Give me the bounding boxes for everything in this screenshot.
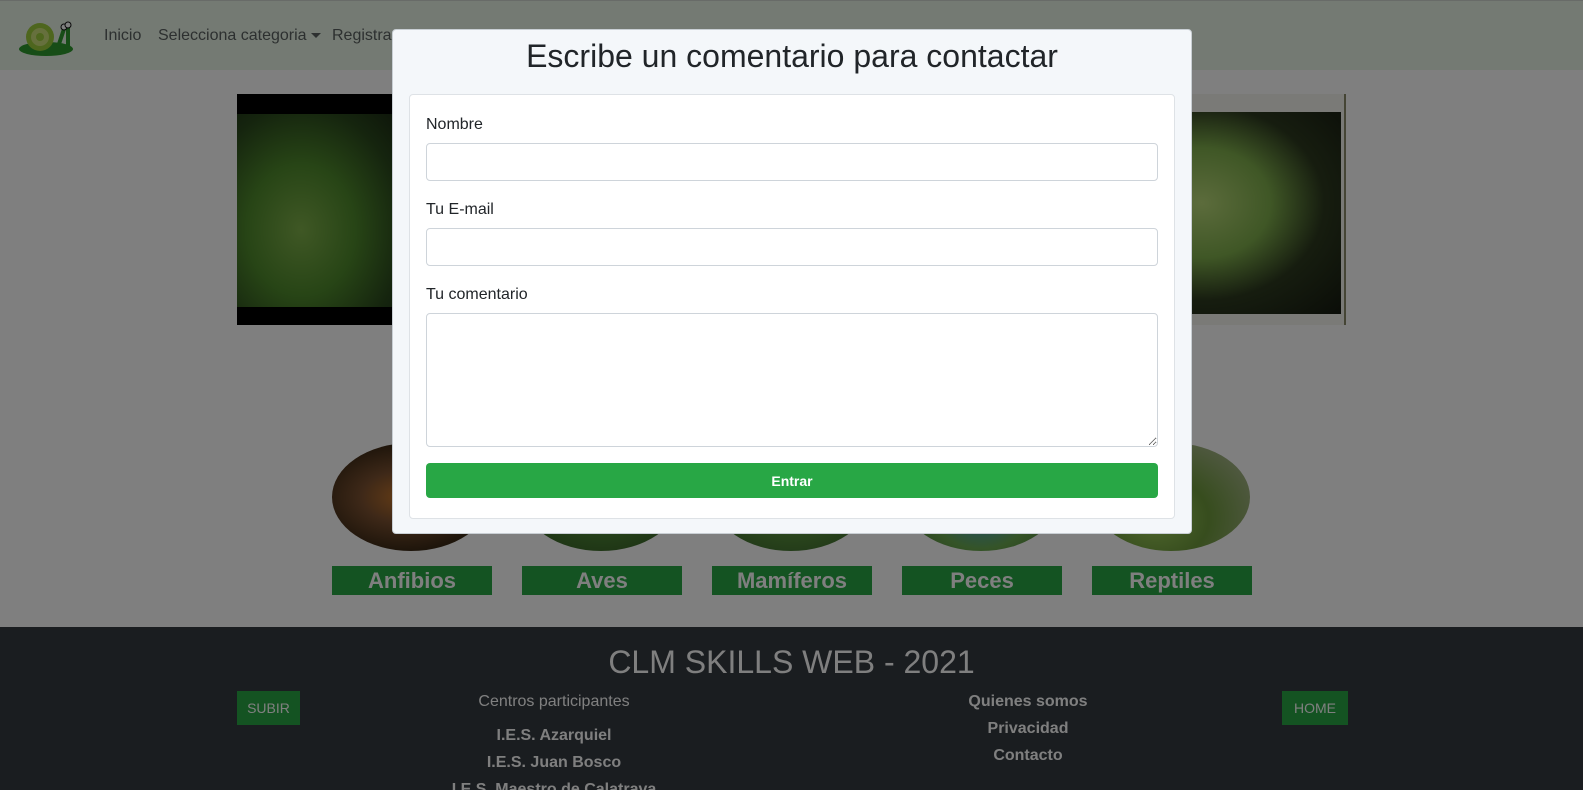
contact-form: Nombre Tu E-mail Tu comentario Entrar (409, 94, 1175, 519)
modal-title: Escribe un comentario para contactar (526, 38, 1058, 74)
comment-label: Tu comentario (426, 286, 528, 303)
contact-modal: Escribe un comentario para contactar Nom… (392, 29, 1192, 534)
comment-textarea[interactable] (426, 313, 1158, 447)
submit-button[interactable]: Entrar (426, 463, 1158, 498)
name-input[interactable] (426, 143, 1158, 181)
email-label: Tu E-mail (426, 201, 494, 218)
email-input[interactable] (426, 228, 1158, 266)
name-label: Nombre (426, 116, 483, 133)
